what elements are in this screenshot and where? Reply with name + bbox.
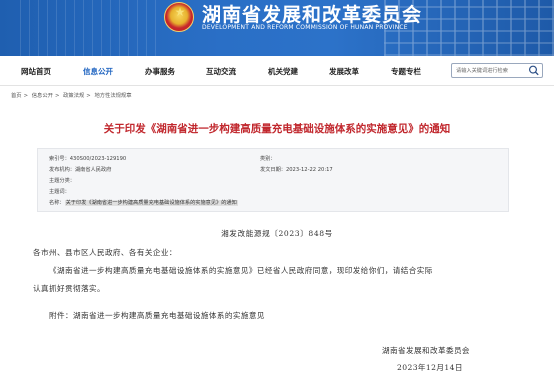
nav-item-services[interactable]: 办事服务 [145,66,175,77]
meta-subject-category: 主题分类： [49,178,75,184]
meta-category: 类别： [260,156,276,162]
breadcrumb-info-disclosure[interactable]: 信息公开 [32,93,53,99]
meta-publish-date: 发文日期：2023-12-22 20:17 [260,167,333,173]
nav-item-development-reform[interactable]: 发展改革 [329,66,359,77]
search-input[interactable] [452,64,526,77]
site-title: 湖南省发展和改革委员会 [202,4,423,26]
signature: 湖南省发展和改革委员会 [382,346,470,355]
meta-name-label: 名称： [49,200,65,206]
national-emblem-icon: ★ [164,2,194,32]
nav-item-special-topics[interactable]: 专题专栏 [391,66,421,77]
breadcrumb-home[interactable]: 首页 [11,93,22,99]
breadcrumb-separator: > [86,93,91,99]
document-date: 2023年12月14日 [397,363,463,372]
document-number: 湘发改能源规〔2023〕848号 [221,229,333,238]
nav-item-info-disclosure[interactable]: 信息公开 [83,66,113,77]
search-icon[interactable] [528,65,540,76]
header-banner: ★ 湖南省发展和改革委员会 DEVELOPMENT AND REFORM COM… [0,0,554,56]
meta-name: 名称：关于印发《湖南省进一步构建高质量充电基础设施体系的实施意见》的通知 [49,199,238,206]
breadcrumb-policies[interactable]: 政策法规 [63,93,84,99]
document-metadata: 索引号：430S00/2023-129190 类别： 发布机构：湖南省人民政府 … [37,148,509,212]
breadcrumb-local-regulations[interactable]: 地方性法规规章 [94,93,131,99]
breadcrumb-separator: > [54,93,60,99]
body-paragraph-line-2: 认真抓好贯彻落实。 [33,284,105,293]
attachment-line[interactable]: 附件：湖南省进一步构建高质量充电基础设施体系的实施意见 [49,310,265,321]
salutation: 各市州、县市区人民政府、各有关企业： [33,248,177,257]
main-nav: 网站首页 信息公开 办事服务 互动交流 机关党建 发展改革 专题专栏 [0,56,554,86]
breadcrumb-separator: > [23,93,29,99]
nav-item-interaction[interactable]: 互动交流 [206,66,236,77]
meta-name-value: 关于印发《湖南省进一步构建高质量充电基础设施体系的实施意见》的通知 [64,200,238,206]
search-box [451,63,543,78]
nav-item-home[interactable]: 网站首页 [21,66,51,77]
meta-publisher: 发布机构：湖南省人民政府 [49,167,112,173]
article-title: 关于印发《湖南省进一步构建高质量充电基础设施体系的实施意见》的通知 [103,123,451,135]
site-subtitle: DEVELOPMENT AND REFORM COMMISSION OF HUN… [202,24,408,31]
meta-subject-words: 主题词： [49,189,70,195]
body-paragraph-line-1: 《湖南省进一步构建高质量充电基础设施体系的实施意见》已经省人民政府同意，现印发给… [49,266,433,275]
breadcrumb: 首页 > 信息公开 > 政策法规 > 地方性法规规章 [11,91,134,99]
meta-index-number: 索引号：430S00/2023-129190 [49,156,127,162]
nav-item-party-building[interactable]: 机关党建 [268,66,298,77]
banner-decoration [20,0,160,56]
